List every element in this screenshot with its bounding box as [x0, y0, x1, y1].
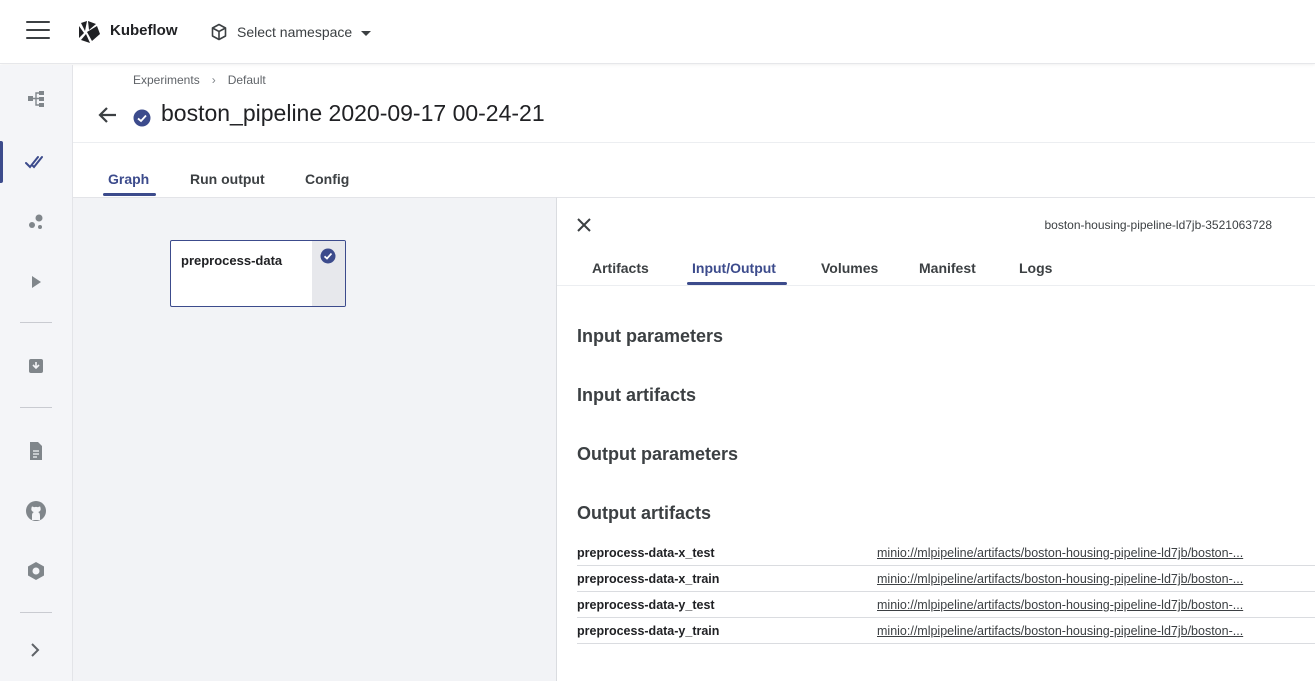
table-row: preprocess-data-x_train minio://mlpipeli… [577, 566, 1315, 592]
runs-icon[interactable] [24, 150, 48, 174]
page-title: boston_pipeline 2020-09-17 00-24-21 [161, 100, 545, 126]
document-icon[interactable] [24, 439, 48, 463]
graph-node-preprocess-data[interactable]: preprocess-data [170, 240, 346, 307]
close-icon[interactable] [575, 216, 593, 234]
artifact-link[interactable]: minio://mlpipeline/artifacts/boston-hous… [877, 546, 1277, 560]
node-status [312, 241, 345, 306]
sidebar-active-indicator [0, 141, 3, 183]
section-input-artifacts: Input artifacts [577, 385, 697, 405]
kubeflow-logo-icon [79, 21, 100, 43]
node-label: preprocess-data [181, 253, 283, 268]
tab-manifest[interactable]: Manifest [919, 260, 976, 276]
pipelines-icon[interactable] [24, 87, 48, 111]
sidebar-divider [20, 407, 52, 408]
menu-icon[interactable] [26, 21, 50, 41]
sidebar-divider [20, 322, 52, 323]
artifact-name: preprocess-data-x_test [577, 546, 715, 560]
tab-input-output[interactable]: Input/Output [692, 260, 776, 276]
tabs-divider [557, 285, 1315, 286]
graph-canvas[interactable]: preprocess-data [73, 197, 556, 681]
artifact-name: preprocess-data-y_test [577, 598, 715, 612]
artifact-name: preprocess-data-y_train [577, 624, 720, 638]
section-output-artifacts: Output artifacts [577, 503, 712, 523]
success-check-icon [133, 109, 151, 127]
success-check-icon [320, 248, 336, 264]
sidebar-divider [20, 612, 52, 613]
kubeflow-hex-icon[interactable] [24, 559, 48, 583]
sidebar [0, 65, 73, 681]
tab-volumes[interactable]: Volumes [821, 260, 878, 276]
tab-artifacts[interactable]: Artifacts [592, 260, 649, 276]
archive-icon[interactable] [24, 354, 48, 378]
tab-logs[interactable]: Logs [1019, 260, 1052, 276]
table-row: preprocess-data-x_test minio://mlpipelin… [577, 540, 1315, 566]
brand-name: Kubeflow [110, 22, 178, 39]
artifact-link[interactable]: minio://mlpipeline/artifacts/boston-hous… [877, 572, 1277, 586]
chevron-right-icon[interactable] [26, 641, 44, 659]
breadcrumb-experiments[interactable]: Experiments [133, 73, 200, 87]
back-arrow-icon[interactable] [97, 104, 119, 126]
namespace-label: Select namespace [237, 24, 353, 40]
breadcrumb: Experiments › Default [133, 73, 266, 87]
artifact-name: preprocess-data-x_train [577, 572, 720, 586]
header-divider [73, 142, 1315, 143]
section-input-parameters: Input parameters [577, 326, 724, 346]
caret-down-icon [361, 30, 372, 36]
experiments-icon[interactable] [24, 210, 48, 234]
artifact-link[interactable]: minio://mlpipeline/artifacts/boston-hous… [877, 624, 1277, 638]
section-output-parameters: Output parameters [577, 444, 739, 464]
breadcrumb-separator: › [211, 73, 216, 87]
cube-icon [211, 23, 227, 41]
artifact-link[interactable]: minio://mlpipeline/artifacts/boston-hous… [877, 598, 1277, 612]
table-row: preprocess-data-y_test minio://mlpipelin… [577, 592, 1315, 618]
tab-graph[interactable]: Graph [108, 171, 149, 187]
tab-config[interactable]: Config [305, 171, 349, 187]
breadcrumb-default[interactable]: Default [228, 73, 266, 87]
tab-active-underline [103, 193, 156, 196]
namespace-selector[interactable]: Select namespace [210, 21, 372, 43]
play-icon[interactable] [24, 270, 48, 294]
tab-run-output[interactable]: Run output [190, 171, 265, 187]
github-icon[interactable] [24, 499, 48, 523]
table-row: preprocess-data-y_train minio://mlpipeli… [577, 618, 1315, 644]
pod-id: boston-housing-pipeline-ld7jb-3521063728 [1044, 218, 1272, 232]
node-details-panel: boston-housing-pipeline-ld7jb-3521063728… [556, 197, 1315, 681]
top-bar: Kubeflow Select namespace [0, 0, 1315, 64]
